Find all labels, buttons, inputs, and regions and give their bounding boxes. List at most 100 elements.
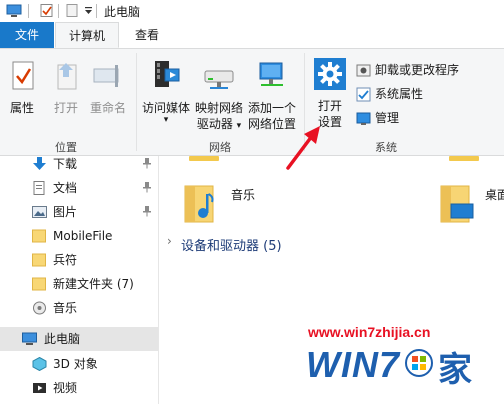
nav-item-new-folder-7[interactable]: 新建文件夹 (7) (0, 272, 158, 296)
open-icon (57, 63, 77, 90)
nav-item-videos[interactable]: 视频 (0, 376, 158, 400)
rename-label: 重命名 (89, 101, 126, 115)
folder-icon (32, 229, 46, 243)
open-button[interactable]: 打开 (44, 59, 88, 116)
nav-item-mobilefile[interactable]: MobileFile (0, 224, 158, 248)
computer-icon (22, 332, 37, 345)
nav-item-label: 文档 (53, 181, 78, 195)
music-icon (33, 301, 46, 315)
properties-icon (12, 61, 34, 90)
access-media-button[interactable]: 访问媒体 ▾ (140, 59, 192, 125)
open-label: 打开 (53, 101, 78, 115)
red-arrow-annotation (286, 126, 320, 170)
system-properties-label: 系统属性 (375, 87, 424, 101)
watermark-url: www.win7zhijia.cn (308, 324, 431, 340)
manage-button[interactable]: 管理 (356, 109, 399, 127)
properties-button[interactable]: 属性 (2, 59, 42, 116)
network-location-icon (259, 62, 283, 86)
properties-label: 属性 (9, 101, 34, 115)
ribbon: 属性 打开 重命名 位置 访问媒体 ▾ 映射网络 驱动器 ▾ 添加一个 网络位置… (0, 49, 504, 156)
map-drive-label-2: 驱动器 ▾ (194, 116, 244, 134)
media-icon (155, 61, 180, 87)
nav-item-label: 此电脑 (44, 332, 81, 346)
new-folder-quick-icon[interactable] (66, 4, 80, 17)
watermark-logo-suffix: 家 (438, 350, 472, 390)
system-properties-button[interactable]: 系统属性 (356, 85, 423, 103)
divider (58, 4, 59, 18)
download-icon (33, 157, 46, 170)
navigation-pane: 下载 文档 图片 MobileFile 兵符 新建文件夹 (7) 音乐 此电脑 … (0, 156, 158, 404)
pin-icon[interactable] (142, 206, 152, 217)
music-folder-item[interactable]: 音乐 (183, 180, 303, 224)
folder-icon (32, 253, 46, 267)
devices-drives-group-header[interactable]: › 设备和驱动器 (5) (167, 234, 497, 254)
nav-item-label: 兵符 (53, 253, 78, 267)
tab-computer[interactable]: 计算机 (55, 22, 119, 48)
properties-quick-icon[interactable] (40, 4, 54, 17)
nav-item-this-pc[interactable]: 此电脑 (0, 327, 158, 351)
computer-icon (6, 4, 22, 17)
nav-item-label: 下载 (53, 157, 78, 171)
map-drive-label-1: 映射网络 (194, 101, 243, 115)
nav-item-label: 音乐 (53, 301, 78, 315)
divider (28, 4, 29, 18)
nav-item-bingfu[interactable]: 兵符 (0, 248, 158, 272)
chevron-right-icon[interactable]: › (167, 234, 172, 248)
desktop-folder-label: 桌面 (485, 188, 504, 202)
music-folder-icon (184, 185, 214, 223)
folder-icon (189, 156, 219, 161)
map-network-drive-button[interactable]: 映射网络 驱动器 ▾ (194, 59, 244, 134)
window-title: 此电脑 (104, 5, 141, 19)
uninstall-label: 卸载或更改程序 (375, 63, 460, 77)
devices-drives-label: 设备和驱动器 (5) (181, 239, 282, 254)
divider (96, 4, 97, 18)
nav-item-documents[interactable]: 文档 (0, 176, 158, 200)
document-icon (33, 181, 45, 195)
rename-icon (93, 65, 119, 87)
system-group-label: 系统 (375, 141, 397, 154)
uninstall-icon (356, 64, 371, 77)
rename-button[interactable]: 重命名 (88, 59, 128, 116)
nav-item-downloads[interactable]: 下载 (0, 152, 158, 176)
folder-icon (32, 277, 46, 291)
folder-icon (449, 156, 479, 161)
title-bar: 此电脑 (0, 0, 504, 22)
video-icon (33, 383, 46, 393)
3d-objects-icon (32, 357, 47, 371)
nav-item-label: 视频 (53, 381, 78, 395)
system-properties-icon (356, 87, 371, 102)
nav-item-label: MobileFile (53, 229, 113, 243)
uninstall-program-button[interactable]: 卸载或更改程序 (356, 61, 459, 79)
tab-view[interactable]: 查看 (124, 22, 170, 48)
desktop-folder-item[interactable]: 桌面 (439, 180, 504, 224)
customize-toolbar-dropdown-icon[interactable] (84, 4, 93, 17)
pin-icon[interactable] (142, 182, 152, 193)
nav-item-3d-objects[interactable]: 3D 对象 (0, 352, 158, 376)
dropdown-arrow-icon: ▾ (163, 115, 169, 125)
pin-icon[interactable] (142, 158, 152, 169)
watermark: www.win7zhijia.cn WIN7 家 (296, 318, 502, 402)
nav-item-label: 3D 对象 (53, 357, 98, 371)
tab-file[interactable]: 文件 (0, 22, 54, 48)
gear-icon (314, 58, 346, 90)
nav-item-pictures[interactable]: 图片 (0, 200, 158, 224)
settings-label-1: 打开 (317, 99, 342, 113)
dropdown-arrow-icon: ▾ (236, 121, 242, 131)
watermark-logo: WIN7 (306, 344, 400, 385)
nav-item-label: 图片 (53, 205, 78, 219)
network-drive-icon (204, 70, 234, 89)
nav-item-music[interactable]: 音乐 (0, 296, 158, 320)
nav-item-label: 新建文件夹 (7) (53, 277, 134, 291)
music-folder-label: 音乐 (231, 188, 256, 202)
manage-icon (356, 112, 371, 125)
map-drive-label-2-text: 驱动器 (196, 117, 233, 131)
desktop-folder-icon (440, 185, 474, 223)
windows-logo-icon (405, 349, 433, 377)
manage-label: 管理 (375, 111, 400, 125)
add-location-label-1: 添加一个 (247, 101, 296, 115)
open-settings-button[interactable]: 打开 设置 (308, 57, 352, 130)
access-media-label: 访问媒体 (141, 101, 190, 115)
divider (136, 53, 137, 151)
network-group-label: 网络 (209, 141, 231, 154)
picture-icon (32, 206, 47, 218)
